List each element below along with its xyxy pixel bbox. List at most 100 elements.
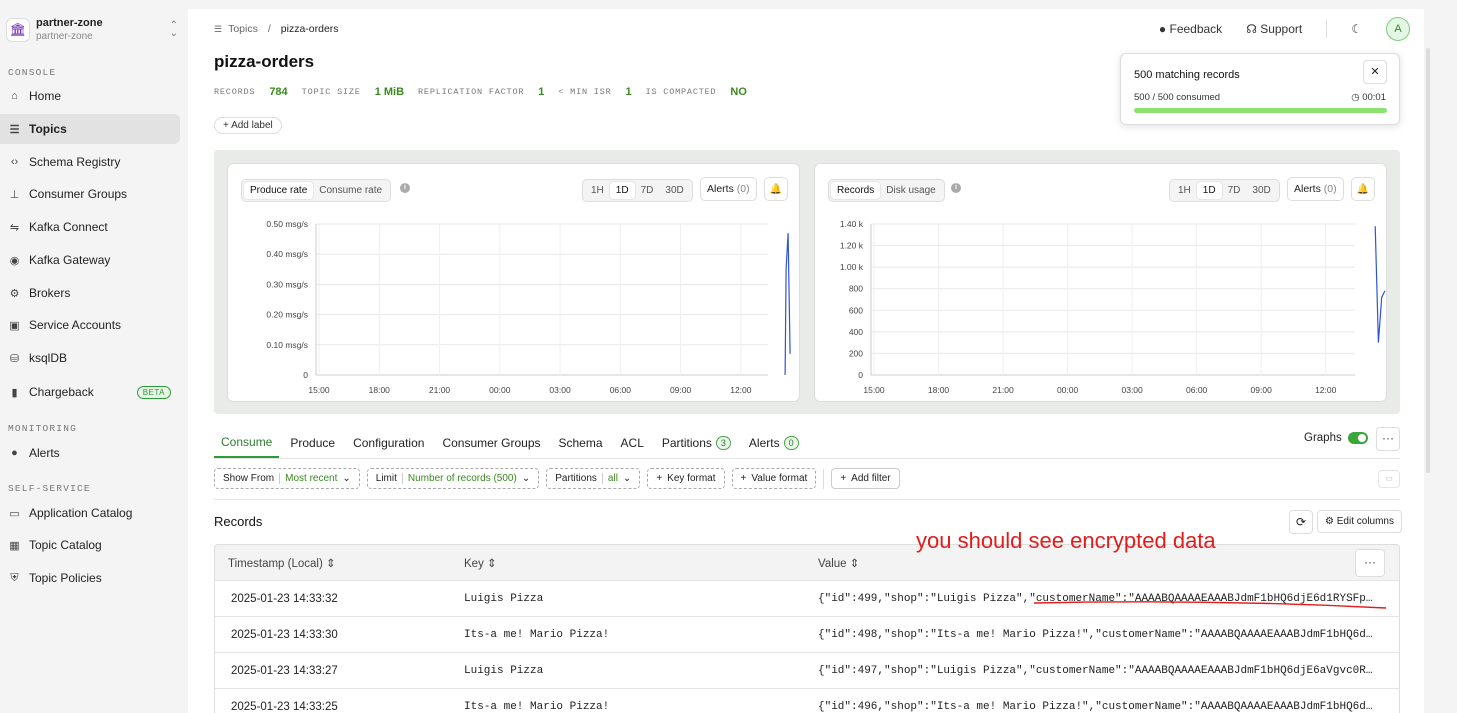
- page-title: pizza-orders: [214, 52, 315, 71]
- gateway-icon: ◉: [9, 254, 20, 267]
- grid-icon: ▦: [9, 539, 20, 552]
- value-format-button[interactable]: + Value format: [731, 468, 817, 489]
- toggle-switch[interactable]: [1347, 432, 1368, 444]
- sidebar-item-label: Home: [29, 89, 62, 103]
- avatar[interactable]: A: [1386, 17, 1410, 41]
- column-header-value[interactable]: Value ⇕: [818, 556, 859, 570]
- partitions-filter[interactable]: Partitions all ⌄: [546, 468, 641, 489]
- sidebar-item-topic-policies[interactable]: ⛨ Topic Policies: [0, 563, 180, 593]
- sidebar-item-alerts[interactable]: ● Alerts: [0, 438, 180, 468]
- tab-consume[interactable]: Consume: [214, 433, 280, 458]
- cell-value: {"id":498,"shop":"Its-a me! Mario Pizza!…: [818, 629, 1373, 641]
- y-tick-label: 600: [849, 305, 863, 315]
- support-button[interactable]: ☊ Support: [1246, 22, 1302, 36]
- tab-configuration[interactable]: Configuration: [346, 433, 431, 458]
- series-line: [784, 233, 791, 376]
- shield-icon: ⛨: [10, 571, 19, 584]
- feedback-button[interactable]: ● Feedback: [1159, 22, 1222, 36]
- refresh-button[interactable]: ⟳: [1289, 510, 1313, 534]
- topic-tabs: Consume Produce Configuration Consumer G…: [214, 433, 810, 458]
- plus-icon: +: [840, 473, 847, 484]
- beta-badge: BETA: [136, 385, 171, 399]
- records-table: Timestamp (Local) ⇕ Key ⇕ Value ⇕ ··· 20…: [214, 544, 1400, 713]
- sidebar-item-brokers[interactable]: ⚙ Brokers: [0, 278, 180, 308]
- sidebar-item-kafka-gateway[interactable]: ◉ Kafka Gateway: [0, 245, 180, 275]
- records-title: Records: [214, 514, 263, 529]
- sidebar-item-chargeback[interactable]: ▮ Chargeback BETA: [0, 377, 180, 407]
- x-tick-label: 03:00: [1121, 385, 1143, 395]
- y-tick-label: 0: [858, 370, 863, 380]
- tab-produce[interactable]: Produce: [283, 433, 342, 458]
- cell-key: Luigis Pizza: [464, 665, 544, 677]
- id-card-icon: ▣: [9, 319, 20, 332]
- sidebar-item-topic-catalog[interactable]: ▦ Topic Catalog: [0, 530, 180, 560]
- limit-filter[interactable]: Limit Number of records (500) ⌄: [366, 468, 540, 489]
- sidebar-item-consumer-groups[interactable]: ⊥ Consumer Groups: [0, 179, 180, 209]
- close-button[interactable]: ✕: [1363, 60, 1387, 84]
- show-from-filter[interactable]: Show From Most recent ⌄: [214, 468, 360, 489]
- graphs-toggle[interactable]: Graphs: [1304, 432, 1368, 444]
- table-row[interactable]: 2025-01-23 14:33:25 Its-a me! Mario Pizz…: [215, 688, 1399, 713]
- records-card: Records Disk usage i 1H 1D 7D 30D Alerts…: [814, 163, 1387, 402]
- add-label-button[interactable]: + Add label: [214, 117, 282, 134]
- sidebar-item-kafka-connect[interactable]: ⇋ Kafka Connect: [0, 212, 180, 242]
- filter-value: Number of records (500): [401, 473, 517, 484]
- collapse-icon[interactable]: ▭: [1378, 470, 1400, 488]
- sort-icon: ⇕: [849, 558, 860, 570]
- chevron-down-icon: ⌄: [521, 473, 531, 484]
- topic-stats: RECORDS 784 TOPIC SIZE 1 MiB REPLICATION F…: [214, 86, 761, 98]
- filter-label: Key format: [667, 473, 716, 484]
- progress-bar: [1134, 108, 1387, 113]
- cell-timestamp: 2025-01-23 14:33:27: [231, 665, 338, 677]
- org-switcher[interactable]: 🏛 partner-zone partner-zone ⌃ ⌄: [6, 14, 178, 46]
- sidebar-item-ksqldb[interactable]: ⛁ ksqlDB: [0, 343, 180, 373]
- tab-acl[interactable]: ACL: [614, 433, 651, 458]
- chat-icon: ●: [1158, 22, 1167, 36]
- tab-schema[interactable]: Schema: [552, 433, 610, 458]
- column-header-timestamp[interactable]: Timestamp (Local) ⇕: [228, 556, 336, 570]
- tab-label: Partitions: [661, 436, 712, 450]
- table-row[interactable]: 2025-01-23 14:33:27 Luigis Pizza {"id":4…: [215, 652, 1399, 688]
- produce-rate-card: Produce rate Consume rate i 1H 1D 7D 30D…: [227, 163, 800, 402]
- sidebar-item-service-accounts[interactable]: ▣ Service Accounts: [0, 310, 180, 340]
- x-tick-label: 12:00: [1315, 385, 1337, 395]
- breadcrumb-topics-link[interactable]: Topics: [228, 23, 258, 35]
- tab-alerts[interactable]: Alerts 0: [742, 433, 806, 458]
- table-more-button[interactable]: ···: [1355, 549, 1385, 577]
- tab-label: Schema: [558, 436, 603, 450]
- sidebar-item-label: Topic Catalog: [29, 538, 102, 552]
- x-tick-label: 09:00: [670, 385, 692, 395]
- sidebar-item-home[interactable]: ⌂ Home: [0, 81, 180, 111]
- y-tick-label: 1.00 k: [840, 262, 864, 272]
- cell-value: {"id":496,"shop":"Its-a me! Mario Pizza!…: [818, 701, 1373, 713]
- x-tick-label: 21:00: [992, 385, 1014, 395]
- org-name: partner-zone: [36, 17, 103, 29]
- scrollbar[interactable]: [1426, 48, 1430, 473]
- column-header-key[interactable]: Key ⇕: [464, 556, 497, 570]
- edit-columns-label: Edit columns: [1336, 516, 1394, 527]
- tab-label: Consume: [221, 435, 273, 449]
- sidebar-item-application-catalog[interactable]: ▭ Application Catalog: [0, 498, 180, 528]
- key-format-button[interactable]: + Key format: [647, 468, 725, 489]
- x-tick-label: 00:00: [1057, 385, 1079, 395]
- chevron-updown-icon: ⌃ ⌄: [169, 20, 178, 39]
- tab-consumer-groups[interactable]: Consumer Groups: [435, 433, 547, 458]
- produce-rate-chart: 0 0.10 msg/s 0.20 msg/s 0.30 msg/s 0.40 msg/…: [266, 219, 791, 395]
- moon-icon[interactable]: ☾: [1351, 22, 1362, 36]
- sidebar-item-schema-registry[interactable]: ‹› Schema Registry: [0, 147, 180, 177]
- add-filter-button[interactable]: + Add filter: [831, 468, 900, 489]
- database-icon: ⛁: [9, 352, 20, 365]
- more-options-button[interactable]: ···: [1376, 427, 1400, 451]
- tab-label: Consumer Groups: [442, 436, 541, 450]
- edit-columns-button[interactable]: ⚙ Edit columns: [1317, 510, 1402, 533]
- stat-label: < MIN ISR: [558, 87, 612, 97]
- refresh-icon: ⟳: [1295, 515, 1307, 529]
- table-row[interactable]: 2025-01-23 14:33:30 Its-a me! Mario Pizz…: [215, 616, 1399, 652]
- y-tick-label: 1.20 k: [840, 241, 864, 251]
- sidebar-item-label: Topic Policies: [29, 571, 102, 585]
- y-tick-label: 0.10 msg/s: [266, 340, 308, 350]
- tab-label: Alerts: [748, 436, 780, 450]
- sidebar-item-topics[interactable]: ☰ Topics: [0, 114, 180, 144]
- filter-label: Limit: [375, 473, 397, 484]
- tab-partitions[interactable]: Partitions 3: [655, 433, 738, 458]
